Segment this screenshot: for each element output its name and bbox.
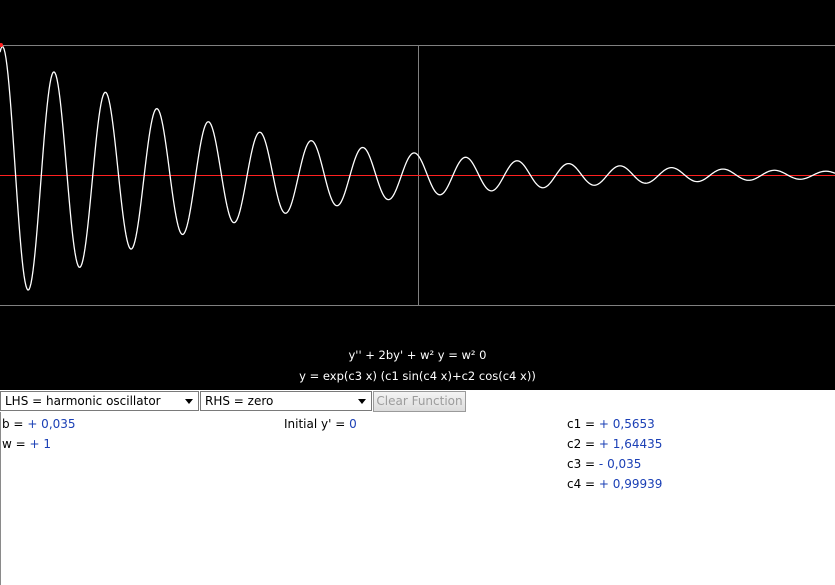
lhs-select-value: LHS = harmonic oscillator (5, 394, 161, 408)
param-c1-label: c1 = (567, 417, 599, 431)
ode-equation: y'' + 2by' + w² y = w² 0 (348, 348, 487, 362)
lhs-select[interactable]: LHS = harmonic oscillator (0, 391, 199, 411)
param-initial-dy: Initial y' = 0 (284, 417, 357, 431)
rhs-select-value: RHS = zero (205, 394, 274, 408)
param-c4-value: + 0,99939 (598, 477, 663, 491)
solution-equation: y = exp(c3 x) (c1 sin(c4 x)+c2 cos(c4 x)… (299, 369, 536, 383)
param-w-label: w = (2, 437, 30, 451)
param-c2-label: c2 = (567, 437, 599, 451)
param-c3-label: c3 = (567, 457, 599, 471)
param-w-value[interactable]: + 1 (30, 437, 52, 451)
param-c2-value: + 1,64435 (598, 437, 663, 451)
chevron-down-icon (358, 398, 366, 404)
param-c2: c2 = + 1,64435 (567, 437, 662, 451)
param-b-label: b = (2, 417, 28, 431)
param-b: b = + 0,035 (2, 417, 76, 431)
left-edge-divider (0, 412, 1, 585)
clear-function-button[interactable]: Clear Function (373, 391, 466, 412)
param-c4-label: c4 = (567, 477, 599, 491)
oscillation-curve (0, 45, 835, 291)
param-c3: c3 = - 0,035 (567, 457, 641, 471)
param-b-value[interactable]: + 0,035 (27, 417, 75, 431)
plot-canvas[interactable]: y'' + 2by' + w² y = w² 0 y = exp(c3 x) (… (0, 0, 835, 390)
param-c1-value: + 0,5653 (598, 417, 655, 431)
plot-svg[interactable] (0, 0, 835, 390)
param-c1: c1 = + 0,5653 (567, 417, 655, 431)
param-c4: c4 = + 0,99939 (567, 477, 662, 491)
param-w: w = + 1 (2, 437, 51, 451)
chevron-down-icon (185, 398, 193, 404)
param-initial-dy-label: Initial y' = (284, 417, 350, 431)
param-initial-dy-value[interactable]: 0 (349, 417, 357, 431)
param-c3-value: - 0,035 (598, 457, 642, 471)
rhs-select[interactable]: RHS = zero (200, 391, 372, 411)
